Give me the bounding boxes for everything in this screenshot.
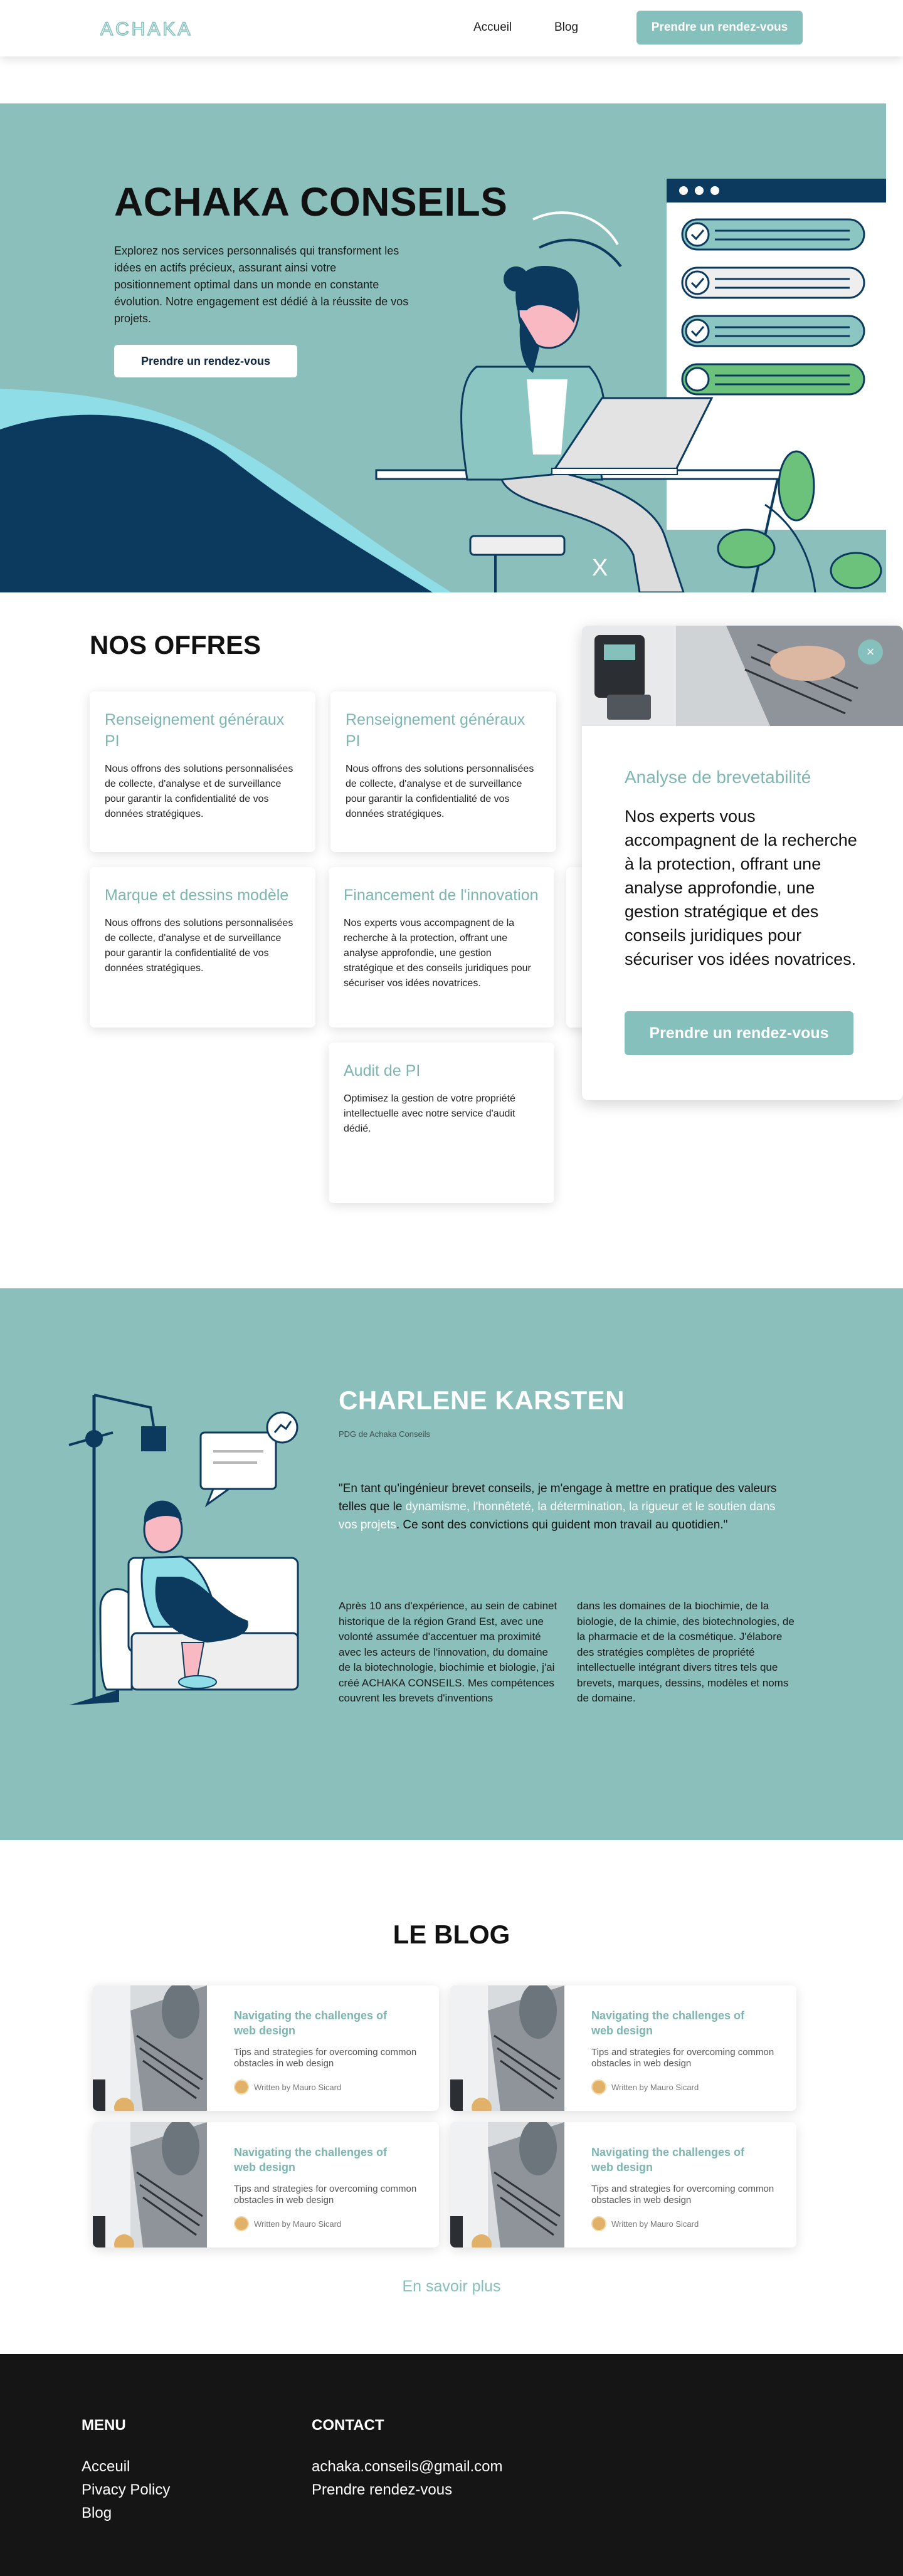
blog-post-description: Tips and strategies for overcoming commo… (591, 2184, 774, 2205)
offer-card-title: Financement de l'innovation (344, 886, 539, 904)
offer-card[interactable]: Marque et dessins modèle Nous offrons de… (90, 867, 315, 1028)
footer-link-accueil[interactable]: Acceuil (82, 2458, 130, 2476)
hero-description: Explorez nos services personnalisés qui … (114, 244, 409, 325)
offer-card-text: Nous offrons des solutions personnalisée… (105, 764, 293, 819)
blog-post-title[interactable]: Navigating the challenges of web design (234, 2145, 403, 2175)
avatar (591, 2079, 606, 2095)
site-header: ACHAKA Accueil Blog Prendre un rendez-vo… (0, 0, 903, 56)
offer-card[interactable]: Renseignement généraux PI Nous offrons d… (90, 691, 315, 852)
header-appointment-button[interactable]: Prendre un rendez-vous (636, 11, 803, 45)
footer-link-blog[interactable]: Blog (82, 2505, 112, 2522)
founder-role: PDG de Achaka Conseils (339, 1429, 430, 1439)
blog-post-author: Written by Mauro Sicard (591, 2216, 699, 2231)
offer-card-title: Marque et dessins modèle (105, 886, 289, 904)
founder-quote: "En tant qu'ingénieur brevet conseils, j… (339, 1482, 777, 1532)
offer-card-text: Nos experts vous accompagnent de la rech… (344, 918, 531, 989)
x-icon[interactable]: X (592, 555, 608, 582)
footer-appointment-link[interactable]: Prendre rendez-vous (312, 2481, 452, 2499)
blog-post-card[interactable]: Navigating the challenges of web design … (450, 2122, 796, 2247)
blog-post-author: Written by Mauro Sicard (591, 2079, 699, 2095)
offer-card-title: Audit de PI (344, 1062, 421, 1080)
blog-title: LE BLOG (393, 1920, 510, 1949)
blog-post-title[interactable]: Navigating the challenges of web design (591, 2008, 761, 2038)
nav-accueil[interactable]: Accueil (473, 21, 512, 34)
blog-post-card[interactable]: Navigating the challenges of web design … (93, 1985, 439, 2111)
founder-illustration (68, 1394, 299, 1705)
offers-title: NOS OFFRES (90, 630, 261, 660)
offer-card[interactable]: Financement de l'innovation Nos experts … (329, 867, 554, 1028)
founder-section: CHARLENE KARSTEN PDG de Achaka Conseils … (0, 1288, 903, 1840)
footer-contact-title: CONTACT (312, 2417, 384, 2434)
blog-post-description: Tips and strategies for overcoming commo… (591, 2047, 774, 2069)
popup-title: Analyse de brevetabilité (625, 767, 811, 787)
page: ACHAKA Accueil Blog Prendre un rendez-vo… (0, 0, 903, 2576)
blog-post-title[interactable]: Navigating the challenges of web design (591, 2145, 761, 2175)
popup-description: Nos experts vous accompagnent de la rech… (625, 807, 857, 969)
founder-name: CHARLENE KARSTEN (339, 1385, 625, 1415)
founder-bio-left: Après 10 ans d'expérience, au sein de ca… (339, 1600, 557, 1704)
popup-appointment-button[interactable]: Prendre un rendez-vous (625, 1011, 853, 1055)
hero-section: ACHAKA CONSEILS Explorez nos services pe… (0, 103, 886, 592)
blog-post-card[interactable]: Navigating the challenges of web design … (93, 2122, 439, 2247)
hero-title: ACHAKA CONSEILS (114, 179, 508, 224)
blog-post-author: Written by Mauro Sicard (234, 2216, 341, 2231)
blog-post-author: Written by Mauro Sicard (234, 2079, 341, 2095)
avatar (234, 2216, 249, 2231)
blog-post-title[interactable]: Navigating the challenges of web design (234, 2008, 403, 2038)
blog-post-image (93, 1985, 207, 2111)
blog-post-image (93, 2122, 207, 2247)
offer-card-title: Renseignement généraux PI (105, 711, 285, 750)
offer-card-text: Nous offrons des solutions personnalisée… (105, 918, 293, 974)
offer-card[interactable]: Renseignement généraux PI Nous offrons d… (330, 691, 556, 852)
footer-menu-title: MENU (82, 2417, 126, 2434)
footer-link-privacy[interactable]: Pivacy Policy (82, 2481, 170, 2499)
hero-appointment-button[interactable]: Prendre un rendez-vous (114, 345, 297, 377)
check-icon (681, 218, 865, 251)
logo-text: ACHAKA (100, 19, 193, 38)
blog-post-image (450, 1985, 564, 2111)
offer-detail-popup: × Analyse de brevetabilité Nos experts v… (582, 626, 903, 1100)
site-footer: MENU Acceuil Pivacy Policy Blog CONTACT … (0, 2354, 903, 2576)
blog-more-link[interactable]: En savoir plus (0, 2278, 903, 2296)
offer-card-text: Optimisez la gestion de votre propriété … (344, 1093, 515, 1134)
founder-bio-right: dans les domaines de la biochimie, de la… (577, 1600, 795, 1704)
avatar (234, 2079, 249, 2095)
achaka-logo[interactable]: ACHAKA (100, 19, 219, 38)
close-icon[interactable]: × (858, 639, 883, 665)
popup-image (582, 626, 903, 726)
footer-email-link[interactable]: achaka.conseils@gmail.com (312, 2458, 503, 2476)
blog-post-image (450, 2122, 564, 2247)
offer-card-title: Renseignement généraux PI (346, 711, 525, 750)
chart-icon (266, 1411, 298, 1444)
nav-blog[interactable]: Blog (554, 21, 578, 34)
offer-card[interactable]: Audit de PI Optimisez la gestion de votr… (329, 1043, 554, 1203)
blog-post-description: Tips and strategies for overcoming commo… (234, 2047, 417, 2069)
avatar (591, 2216, 606, 2231)
offer-card-text: Nous offrons des solutions personnalisée… (346, 764, 534, 819)
blog-post-description: Tips and strategies for overcoming commo… (234, 2184, 417, 2205)
blog-post-card[interactable]: Navigating the challenges of web design … (450, 1985, 796, 2111)
